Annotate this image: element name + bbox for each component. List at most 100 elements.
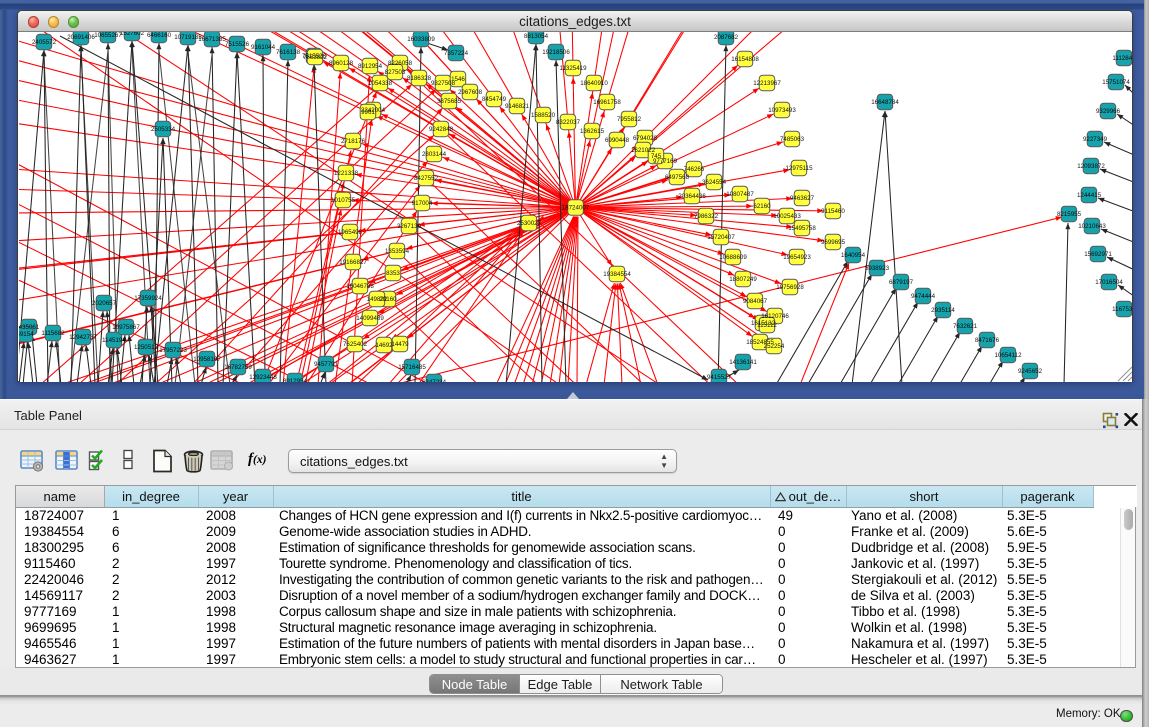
svg-text:7632621: 7632621: [953, 323, 978, 330]
svg-text:2803144: 2803144: [422, 151, 447, 158]
svg-text:16671385: 16671385: [198, 36, 226, 43]
svg-text:1965498: 1965498: [338, 229, 363, 236]
svg-text:7955812: 7955812: [617, 116, 642, 123]
svg-text:7515526: 7515526: [225, 41, 250, 48]
svg-text:9084067: 9084067: [743, 298, 768, 305]
svg-text:1362615: 1362615: [580, 128, 605, 135]
svg-text:3875685: 3875685: [437, 98, 462, 105]
svg-text:17016504: 17016504: [1095, 279, 1123, 286]
svg-text:9146821: 9146821: [505, 103, 530, 110]
svg-text:115112: 115112: [757, 322, 777, 329]
svg-text:2505334: 2505334: [151, 126, 176, 133]
svg-text:2020657: 2020657: [92, 300, 117, 307]
svg-text:1115682: 1115682: [41, 330, 65, 337]
svg-text:6466160: 6466160: [147, 32, 172, 39]
svg-text:9474444: 9474444: [911, 293, 936, 300]
svg-text:14099489: 14099489: [356, 315, 384, 322]
svg-text:9115460: 9115460: [821, 208, 845, 215]
svg-text:3624554: 3624554: [702, 179, 727, 186]
svg-text:435061: 435061: [19, 324, 40, 331]
svg-text:1546: 1546: [451, 76, 465, 83]
svg-text:10654112: 10654112: [994, 352, 1022, 359]
svg-text:16648784: 16648784: [871, 99, 899, 106]
svg-text:9699695: 9699695: [821, 239, 846, 246]
svg-text:1167534: 1167534: [1112, 306, 1132, 313]
svg-text:7357224: 7357224: [444, 50, 469, 57]
svg-text:19218506: 19218506: [542, 49, 570, 56]
svg-text:8427552: 8427552: [414, 175, 439, 182]
svg-text:9961: 9961: [361, 109, 375, 116]
svg-text:8353: 8353: [386, 270, 400, 277]
svg-text:8226058: 8226058: [388, 60, 413, 67]
svg-text:5938923: 5938923: [865, 265, 890, 272]
svg-text:20364436: 20364436: [678, 193, 706, 200]
svg-text:16154808: 16154808: [731, 56, 759, 63]
svg-text:8186328: 8186328: [407, 75, 432, 82]
svg-text:1250513: 1250513: [134, 344, 159, 351]
svg-text:7485063: 7485063: [780, 136, 805, 143]
svg-text:17957223: 17957223: [159, 347, 187, 354]
svg-text:3267130: 3267130: [397, 223, 422, 230]
svg-text:8960128: 8960128: [329, 60, 354, 67]
svg-text:17359924: 17359924: [134, 295, 162, 302]
svg-text:16120746: 16120746: [761, 313, 789, 320]
svg-text:39154: 39154: [19, 331, 34, 338]
svg-text:19166827: 19166827: [339, 259, 367, 266]
svg-text:2530027: 2530027: [517, 220, 542, 227]
svg-text:16033809: 16033809: [407, 36, 435, 43]
svg-text:18640910: 18640910: [580, 80, 608, 87]
svg-text:8912954: 8912954: [358, 63, 383, 70]
svg-text:1221338: 1221338: [334, 170, 359, 177]
svg-text:10655267: 10655267: [94, 32, 122, 39]
svg-text:1010755: 1010755: [331, 197, 356, 204]
svg-text:1640954: 1640954: [841, 252, 866, 259]
svg-text:9242848: 9242848: [429, 126, 454, 133]
svg-text:14479: 14479: [391, 341, 409, 348]
svg-text:10975867: 10975867: [112, 324, 140, 331]
svg-text:16046788: 16046788: [346, 283, 374, 290]
svg-text:7616138: 7616138: [276, 49, 301, 56]
svg-text:15751074: 15751074: [1102, 79, 1130, 86]
svg-text:252254: 252254: [764, 343, 785, 350]
svg-text:15692971: 15692971: [1084, 251, 1112, 258]
svg-text:15495758: 15495758: [788, 225, 816, 232]
svg-text:7663822: 7663822: [303, 54, 328, 61]
svg-text:14136141: 14136141: [729, 359, 757, 366]
svg-text:12923448: 12923448: [249, 374, 277, 381]
svg-text:15720407: 15720407: [707, 234, 735, 241]
svg-text:6497568: 6497568: [665, 174, 690, 181]
svg-text:8471676: 8471676: [975, 337, 1000, 344]
svg-text:14692: 14692: [375, 342, 393, 349]
svg-text:18807249: 18807249: [729, 276, 757, 283]
svg-text:917004: 917004: [412, 200, 433, 207]
svg-text:1112842: 1112842: [1112, 55, 1132, 62]
svg-text:2087682: 2087682: [714, 34, 739, 41]
svg-text:2967608: 2967608: [458, 89, 483, 96]
svg-text:1353594: 1353594: [385, 248, 410, 255]
svg-text:10973493: 10973493: [768, 107, 796, 114]
svg-text:10688609: 10688609: [719, 254, 747, 261]
svg-text:15716485: 15716485: [398, 364, 426, 371]
svg-text:18724007: 18724007: [562, 205, 590, 212]
svg-text:12093872: 12093872: [1077, 163, 1105, 170]
svg-text:1588520: 1588520: [531, 112, 556, 119]
svg-text:11325419: 11325419: [559, 65, 587, 72]
svg-text:746266: 746266: [684, 166, 705, 173]
svg-text:19384554: 19384554: [603, 271, 631, 278]
svg-text:8215955: 8215955: [1057, 211, 1082, 218]
svg-text:9161044: 9161044: [251, 44, 276, 51]
svg-text:9227349: 9227349: [1083, 136, 1108, 143]
svg-text:9457791: 9457791: [314, 361, 339, 368]
svg-text:62160: 62160: [753, 203, 771, 210]
svg-text:6794028: 6794028: [633, 135, 658, 142]
svg-text:10210643: 10210643: [1078, 223, 1106, 230]
svg-text:12213967: 12213967: [753, 80, 781, 87]
svg-text:6347234: 6347234: [422, 379, 447, 382]
svg-text:1527602: 1527602: [120, 32, 145, 37]
svg-text:827503: 827503: [385, 69, 406, 76]
svg-text:8912954: 8912954: [283, 378, 308, 382]
svg-text:1244415: 1244415: [1077, 192, 1102, 199]
svg-text:10025433: 10025433: [773, 213, 801, 220]
svg-text:1145194: 1145194: [102, 337, 126, 344]
svg-text:9463627: 9463627: [790, 195, 815, 202]
